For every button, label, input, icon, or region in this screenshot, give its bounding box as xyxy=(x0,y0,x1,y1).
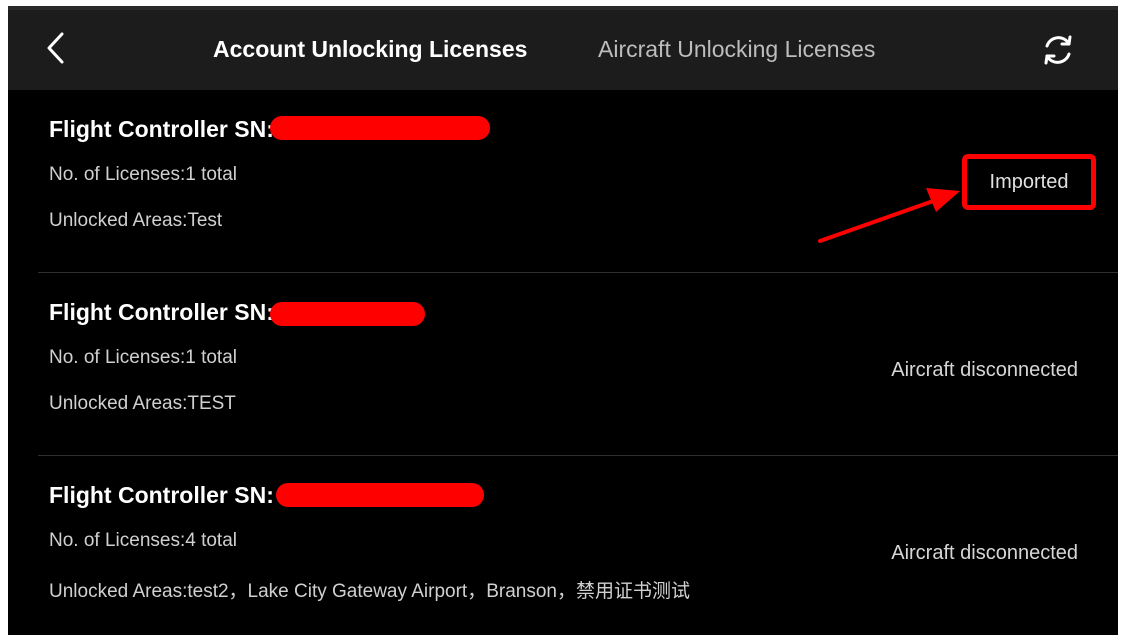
status-text: Aircraft disconnected xyxy=(891,359,1078,381)
app-screen: Account Unlocking Licenses Aircraft Unlo… xyxy=(8,6,1118,635)
unlocked-areas: Unlocked Areas:Test xyxy=(49,210,223,231)
unlocked-areas: Unlocked Areas:TEST xyxy=(49,393,236,414)
license-count: No. of Licenses:1 total xyxy=(49,347,237,368)
license-count: No. of Licenses:4 total xyxy=(49,530,237,551)
status-imported-highlight: Imported xyxy=(962,154,1096,210)
license-count: No. of Licenses:1 total xyxy=(49,164,237,185)
flight-controller-sn-label: Flight Controller SN: xyxy=(49,116,274,142)
redaction-mark xyxy=(270,116,490,140)
redaction-mark xyxy=(276,483,484,507)
chevron-left-icon xyxy=(47,32,64,64)
status-bar-remnant xyxy=(8,6,1118,10)
tab-account-unlocking-licenses[interactable]: Account Unlocking Licenses xyxy=(213,34,527,64)
annotation-arrow-icon xyxy=(818,188,960,243)
redaction-mark xyxy=(270,302,425,326)
back-button[interactable] xyxy=(36,28,76,68)
status-text: Aircraft disconnected xyxy=(891,542,1078,564)
license-list-item[interactable]: Flight Controller SN: No. of Licenses:4 … xyxy=(8,456,1118,635)
tab-aircraft-unlocking-licenses[interactable]: Aircraft Unlocking Licenses xyxy=(598,34,875,64)
flight-controller-sn-label: Flight Controller SN: xyxy=(49,482,274,508)
license-list-item[interactable]: Flight Controller SN: No. of Licenses:1 … xyxy=(8,273,1118,456)
refresh-icon xyxy=(1044,35,1072,65)
status-text: Imported xyxy=(989,170,1069,193)
unlocked-areas: Unlocked Areas:test2，Lake City Gateway A… xyxy=(49,581,690,602)
refresh-button[interactable] xyxy=(1038,30,1078,70)
flight-controller-sn-label: Flight Controller SN: xyxy=(49,299,274,325)
header-bar: Account Unlocking Licenses Aircraft Unlo… xyxy=(8,6,1118,90)
